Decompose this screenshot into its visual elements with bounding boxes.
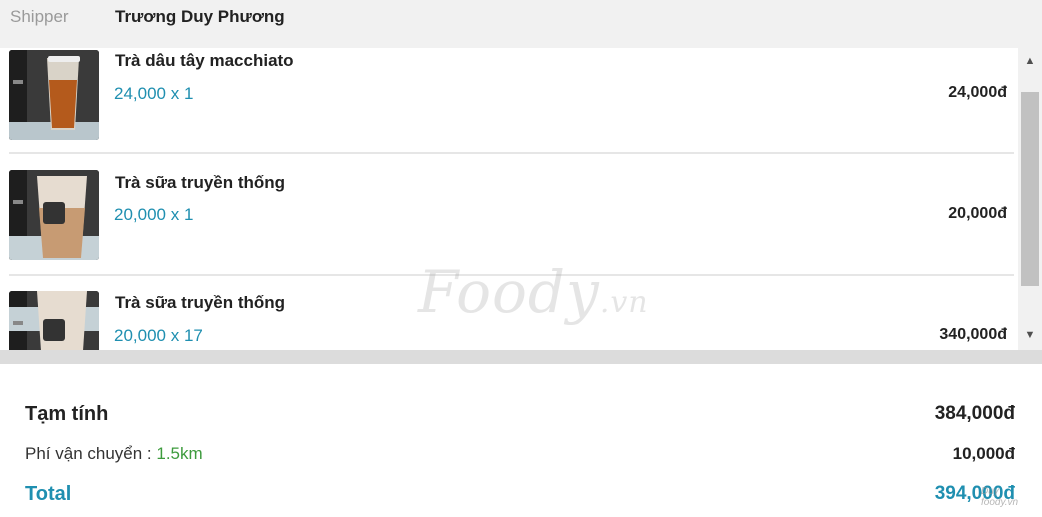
shipping-distance: 1.5km bbox=[156, 444, 203, 463]
shipping-fee-value: 10,000đ bbox=[952, 444, 1015, 463]
foody-mini-watermark: Duy foody.vn bbox=[981, 486, 1019, 508]
shipper-name: Trương Duy Phương bbox=[115, 7, 285, 26]
item-total: 340,000đ bbox=[939, 326, 1007, 343]
triangle-down-icon[interactable]: ▼ bbox=[1018, 328, 1042, 342]
subtotal-label: Tạm tính bbox=[25, 403, 109, 425]
item-image bbox=[9, 50, 99, 140]
list-item: Trà sữa truyền thống 20,000 x 1 20,000đ bbox=[0, 169, 1018, 290]
vertical-scrollbar[interactable]: ▲ ▼ bbox=[1018, 48, 1042, 350]
item-total: 20,000đ bbox=[948, 205, 1007, 222]
shipper-bar: Shipper Trương Duy Phương bbox=[0, 0, 1042, 48]
item-name: Trà sữa truyền thống bbox=[115, 173, 286, 192]
shipping-fee-label: Phí vận chuyển : 1.5km bbox=[25, 444, 203, 463]
shipper-label: Shipper bbox=[10, 7, 69, 26]
order-summary: Tạm tính 384,000đ Phí vận chuyển : 1.5km… bbox=[0, 364, 1042, 517]
total-label: Total bbox=[25, 483, 72, 505]
item-price-quantity: 20,000 x 17 bbox=[114, 326, 203, 345]
item-divider bbox=[9, 274, 1014, 276]
triangle-up-icon[interactable]: ▲ bbox=[1018, 54, 1042, 68]
item-price-quantity: 20,000 x 1 bbox=[114, 205, 194, 224]
item-image bbox=[9, 170, 99, 260]
list-item: Trà dâu tây macchiato 24,000 x 1 24,000đ bbox=[0, 48, 1018, 169]
scrollbar-thumb[interactable] bbox=[1021, 92, 1039, 286]
item-name: Trà dâu tây macchiato bbox=[115, 51, 294, 70]
item-divider bbox=[9, 152, 1014, 154]
subtotal-value: 384,000đ bbox=[934, 403, 1015, 424]
list-item: Trà sữa truyền thống 20,000 x 17 340,000… bbox=[0, 290, 1018, 350]
order-items-list[interactable]: Trà dâu tây macchiato 24,000 x 1 24,000đ… bbox=[0, 48, 1042, 350]
item-image bbox=[9, 291, 99, 350]
item-price-quantity: 24,000 x 1 bbox=[114, 84, 194, 103]
item-name: Trà sữa truyền thống bbox=[115, 293, 286, 312]
section-separator bbox=[0, 350, 1042, 364]
item-total: 24,000đ bbox=[948, 84, 1007, 101]
